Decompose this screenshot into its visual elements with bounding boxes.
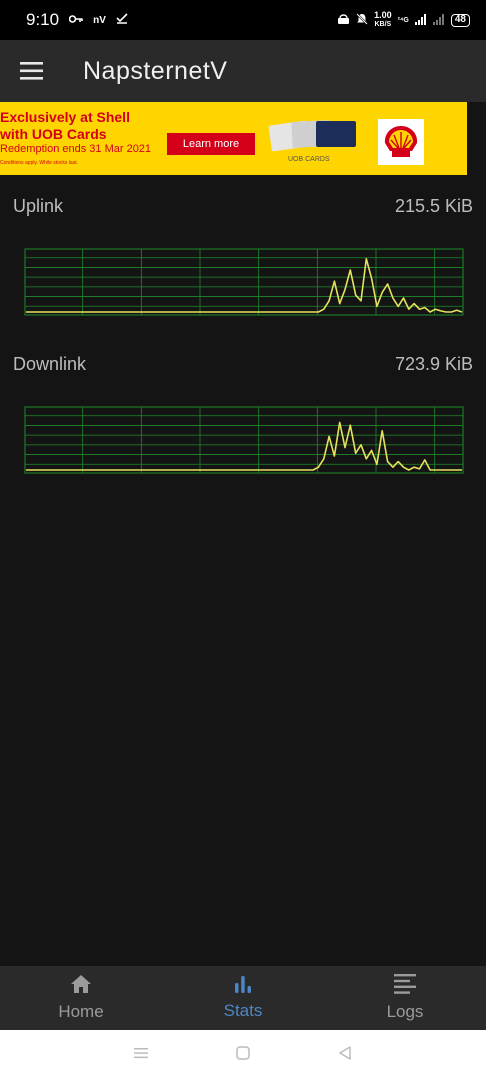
battery-indicator: 48 bbox=[450, 13, 470, 27]
app-indicator: nV bbox=[93, 14, 106, 26]
back-icon[interactable] bbox=[337, 1045, 353, 1066]
downlink-value: 723.9 KiB bbox=[394, 354, 473, 374]
network-speed: 1.00 KB/S bbox=[374, 11, 392, 29]
ad-subline: Redemption ends 31 Mar 2021 bbox=[0, 143, 152, 155]
app-bar: NapsternetV bbox=[0, 40, 486, 102]
signal-2-icon bbox=[432, 13, 445, 27]
nav-stats-label: Stats bbox=[223, 1001, 263, 1020]
signal-icon bbox=[414, 13, 427, 27]
ad-cards-image: UOB CARDS bbox=[268, 119, 360, 165]
ad-cards-label: UOB CARDS bbox=[288, 156, 330, 163]
downlink-chart-svg bbox=[24, 406, 464, 474]
ad-learn-more-button[interactable]: Learn more bbox=[167, 133, 255, 155]
ad-headline-line2: with UOB Cards bbox=[0, 126, 107, 142]
uplink-value: 215.5 KiB bbox=[394, 196, 473, 216]
bottom-nav: Home Stats Logs bbox=[0, 966, 486, 1030]
chart-series-line bbox=[26, 258, 463, 313]
downlink-label: Downlink bbox=[13, 354, 87, 374]
uplink-chart-svg bbox=[24, 248, 464, 316]
downlink-row: Downlink 723.9 KiB bbox=[13, 354, 473, 375]
vpn-icon bbox=[337, 13, 350, 27]
uplink-chart bbox=[24, 248, 464, 316]
status-bar: 9:10 nV 1.00 KB/S ²⁴G 48 bbox=[0, 0, 486, 40]
nav-logs-label: Logs bbox=[386, 1002, 424, 1021]
nav-stats[interactable]: Stats bbox=[162, 966, 324, 1030]
chart-series-line bbox=[26, 421, 462, 471]
ad-headline: Exclusively at Shell with UOB Cards bbox=[0, 109, 130, 143]
home-icon bbox=[70, 974, 92, 999]
key-icon bbox=[68, 11, 83, 29]
system-nav bbox=[0, 1030, 486, 1080]
logs-icon bbox=[394, 974, 416, 999]
nav-home-label: Home bbox=[58, 1002, 104, 1021]
recent-apps-icon[interactable] bbox=[133, 1046, 149, 1065]
nav-logs[interactable]: Logs bbox=[324, 966, 486, 1030]
ad-headline-line1: Exclusively at Shell bbox=[0, 109, 130, 125]
network-type: ²⁴G bbox=[397, 16, 409, 24]
download-done-icon bbox=[116, 11, 128, 29]
network-speed-unit: KB/S bbox=[374, 21, 392, 28]
ad-banner[interactable]: Exclusively at Shell with UOB Cards Rede… bbox=[0, 102, 467, 175]
uplink-row: Uplink 215.5 KiB bbox=[13, 196, 473, 217]
downlink-chart bbox=[24, 406, 464, 474]
app-title: NapsternetV bbox=[83, 56, 228, 85]
home-button-icon[interactable] bbox=[235, 1045, 251, 1066]
mute-bell-icon bbox=[356, 13, 368, 27]
ad-fine-print: Conditions apply. While stocks last. bbox=[0, 160, 78, 166]
network-speed-value: 1.00 bbox=[374, 10, 392, 20]
shell-logo bbox=[378, 119, 424, 165]
menu-icon[interactable] bbox=[0, 40, 64, 102]
uplink-label: Uplink bbox=[13, 196, 64, 216]
nav-home[interactable]: Home bbox=[0, 966, 162, 1030]
status-time: 9:10 bbox=[26, 10, 60, 29]
stats-icon bbox=[233, 975, 253, 998]
